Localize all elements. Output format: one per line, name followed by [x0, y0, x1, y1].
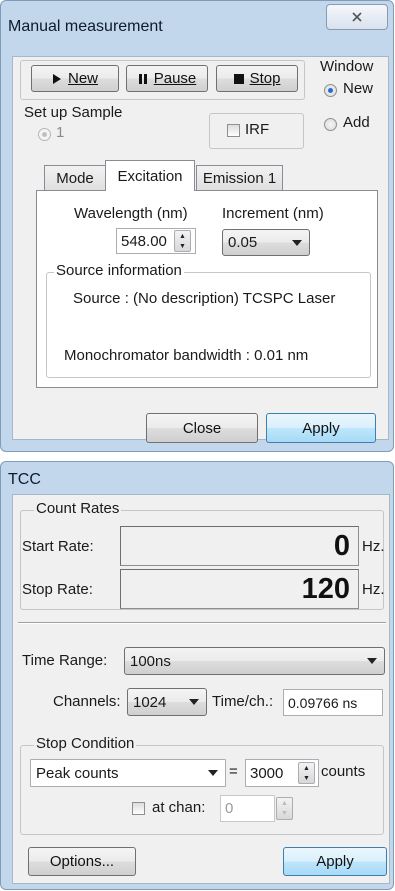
time-per-channel-field: 0.09766 ns [283, 689, 383, 716]
spin-down-icon: ▼ [179, 242, 186, 250]
spin-down-icon: ▼ [281, 810, 288, 818]
chevron-down-icon [208, 770, 218, 776]
counts-unit: counts [321, 763, 366, 780]
time-range-label: Time Range: [22, 652, 108, 669]
stop-rate-display: 120 [120, 569, 359, 609]
bandwidth-line: Monochromator bandwidth : 0.01 nm [64, 347, 309, 364]
sample-1-radio[interactable] [38, 128, 51, 141]
stop-rate-label: Stop Rate: [22, 581, 93, 598]
apply-button[interactable]: Apply [266, 413, 376, 443]
start-rate-value: 0 [333, 529, 350, 562]
tcc-apply-button[interactable]: Apply [283, 847, 387, 876]
stop-condition-label: Stop Condition [34, 735, 137, 752]
at-chan-label: at chan: [152, 799, 206, 816]
source-information-label: Source information [54, 262, 184, 279]
window-add-label: Add [343, 114, 370, 131]
tab-emission-1[interactable]: Emission 1 [196, 165, 283, 190]
spin-down-icon: ▼ [303, 774, 310, 782]
stop-button[interactable]: Stop [216, 65, 298, 92]
tab-emission-1-label: Emission 1 [202, 169, 277, 187]
pause-bars-icon [138, 73, 147, 84]
time-per-channel-label: Time/ch.: [212, 693, 274, 710]
window-title: Manual measurement [8, 18, 163, 35]
count-rates-label: Count Rates [34, 500, 122, 517]
close-window-button[interactable] [326, 4, 388, 30]
pause-label: Pause [153, 70, 197, 87]
stop-rate-unit: Hz. [362, 581, 385, 598]
options-label: Options... [49, 853, 115, 870]
stop-square-icon [233, 73, 244, 84]
time-per-channel-value: 0.09766 ns [288, 694, 358, 711]
increment-value: 0.05 [228, 234, 258, 251]
apply-label: Apply [302, 419, 340, 437]
source-line: Source : (No description) TCSPC Laser [73, 290, 336, 307]
stop-mode-value: Peak counts [36, 764, 119, 782]
at-chan-field[interactable]: 0 [220, 795, 275, 822]
start-rate-unit: Hz. [362, 538, 385, 555]
stop-value: 3000 [250, 764, 284, 782]
stop-rate-value: 120 [301, 572, 350, 605]
chevron-down-icon [292, 239, 302, 246]
window-group-label: Window [320, 58, 374, 75]
at-chan-value: 0 [225, 800, 234, 817]
time-range-dropdown[interactable]: 100ns [124, 647, 385, 675]
close-button[interactable]: Close [146, 413, 258, 443]
tcc-apply-label: Apply [316, 853, 354, 870]
spin-up-icon: ▲ [281, 799, 288, 807]
new-measurement-button[interactable]: New [31, 65, 119, 92]
spin-up-icon: ▲ [303, 764, 310, 772]
at-chan-spinner[interactable]: ▲ ▼ [276, 797, 293, 820]
close-icon [352, 12, 362, 22]
equals-sign: = [229, 763, 238, 780]
tab-mode-label: Mode [56, 169, 94, 187]
close-label: Close [182, 419, 222, 437]
chevron-down-icon [189, 699, 199, 705]
start-rate-label: Start Rate: [22, 538, 94, 555]
sample-1-label: 1 [56, 124, 65, 141]
wavelength-label: Wavelength (nm) [74, 205, 188, 222]
stop-mode-dropdown[interactable]: Peak counts [30, 759, 226, 787]
at-chan-checkbox[interactable] [132, 802, 145, 815]
start-rate-display: 0 [120, 526, 359, 566]
wavelength-value: 548.00 [121, 232, 167, 250]
spin-up-icon: ▲ [179, 232, 186, 240]
stop-label: Stop [249, 70, 281, 87]
tab-excitation-label: Excitation [117, 167, 183, 185]
stop-value-spinner[interactable]: ▲ ▼ [298, 762, 315, 784]
increment-label: Increment (nm) [222, 205, 324, 222]
irf-checkbox[interactable] [227, 124, 240, 137]
tab-excitation[interactable]: Excitation [105, 160, 195, 191]
options-button[interactable]: Options... [28, 847, 136, 876]
increment-dropdown[interactable]: 0.05 [222, 229, 310, 256]
pause-button[interactable]: Pause [126, 65, 208, 92]
window-new-radio[interactable] [324, 84, 337, 97]
channels-label: Channels: [53, 693, 121, 710]
tab-mode[interactable]: Mode [44, 165, 106, 190]
new-label: New [67, 70, 98, 87]
channels-dropdown[interactable]: 1024 [127, 688, 207, 716]
chevron-down-icon [367, 658, 377, 664]
divider [18, 622, 386, 624]
setup-sample-label: Set up Sample [24, 104, 123, 121]
irf-label: IRF [245, 121, 270, 138]
play-triangle-icon [52, 73, 61, 84]
time-range-value: 100ns [130, 652, 171, 670]
channels-value: 1024 [133, 693, 167, 711]
window-new-label: New [343, 80, 374, 97]
window-add-radio[interactable] [324, 118, 337, 131]
tcc-title: TCC [8, 471, 41, 488]
wavelength-spinner[interactable]: ▲ ▼ [174, 230, 191, 252]
